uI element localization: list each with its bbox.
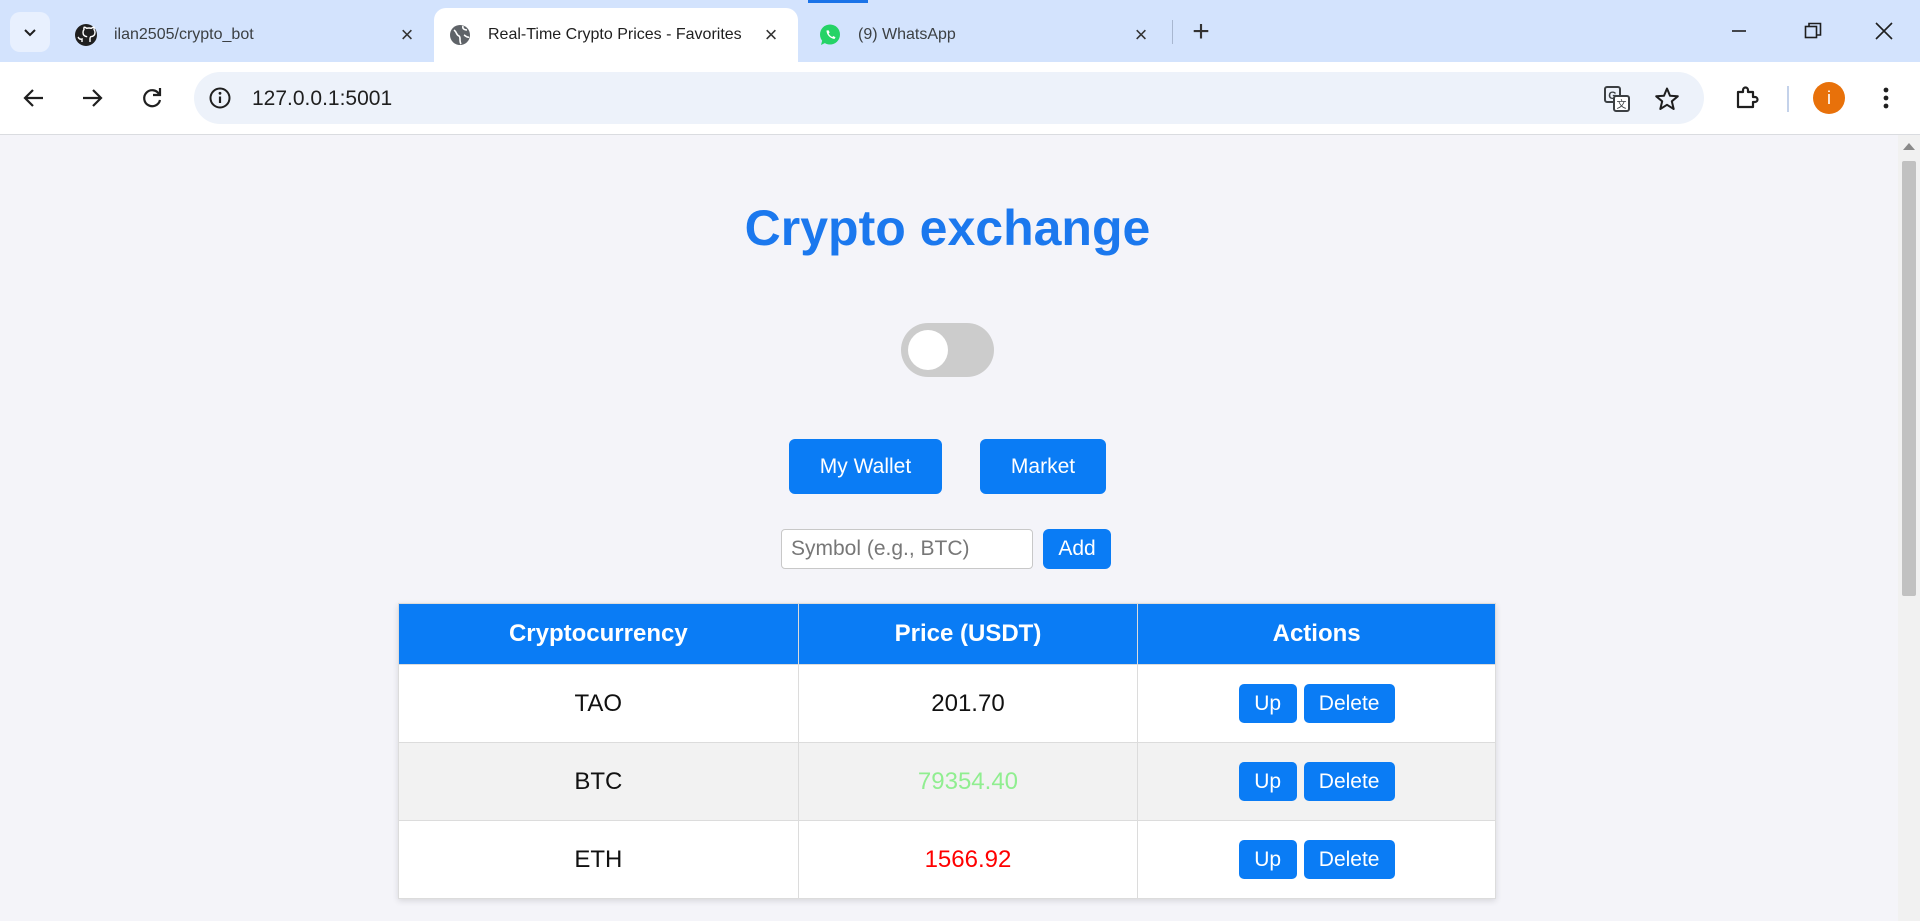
theme-toggle[interactable]	[901, 323, 994, 377]
column-header-actions: Actions	[1137, 603, 1496, 665]
arrow-left-icon	[23, 89, 43, 107]
symbol-cell: BTC	[398, 742, 799, 821]
more-vert-icon	[1883, 87, 1889, 109]
move-up-button[interactable]: Up	[1238, 684, 1297, 723]
tab-strip: ilan2505/crypto_bot × Real-Time Crypto P…	[0, 0, 1920, 62]
column-header-cryptocurrency: Cryptocurrency	[398, 603, 799, 665]
page-title: Crypto exchange	[744, 200, 1151, 256]
move-up-button[interactable]: Up	[1238, 762, 1297, 801]
actions-cell: Up Delete	[1137, 742, 1496, 821]
restore-icon	[1804, 22, 1822, 39]
delete-button[interactable]: Delete	[1303, 684, 1395, 723]
close-icon[interactable]: ×	[758, 22, 784, 48]
tab-github[interactable]: ilan2505/crypto_bot ×	[74, 8, 420, 62]
price-cell: 201.70	[797, 664, 1139, 743]
table-row: TAO 201.70 Up Delete	[398, 664, 1496, 743]
arrow-right-icon	[83, 89, 103, 107]
close-icon[interactable]: ×	[1128, 22, 1154, 48]
url-text[interactable]: 127.0.0.1:5001	[252, 87, 392, 111]
add-button[interactable]: Add	[1043, 529, 1111, 569]
reload-button[interactable]	[130, 76, 174, 120]
page-scrollbar[interactable]	[1898, 135, 1920, 921]
symbol-cell: ETH	[398, 820, 799, 899]
puzzle-icon	[1736, 86, 1759, 109]
restore-button[interactable]	[1777, 0, 1849, 62]
column-header-price: Price (USDT)	[797, 603, 1139, 665]
symbol-input[interactable]	[781, 529, 1033, 569]
favorites-table: Cryptocurrency Price (USDT) Actions TAO …	[398, 603, 1496, 899]
market-button[interactable]: Market	[980, 439, 1106, 494]
toggle-knob	[908, 330, 948, 370]
bookmark-star-icon[interactable]	[1652, 84, 1682, 114]
move-up-button[interactable]: Up	[1238, 840, 1297, 879]
svg-text:文: 文	[1617, 98, 1627, 111]
tab-crypto-favorites[interactable]: Real-Time Crypto Prices - Favorites ×	[434, 8, 798, 62]
tab-loading-indicator	[808, 0, 868, 3]
browser-menu-button[interactable]	[1864, 76, 1908, 120]
tab-title: ilan2505/crypto_bot	[114, 26, 254, 43]
close-window-button[interactable]	[1848, 0, 1920, 62]
tab-title: (9) WhatsApp	[858, 26, 956, 43]
my-wallet-button[interactable]: My Wallet	[789, 439, 942, 494]
address-bar[interactable]: 127.0.0.1:5001 G文	[194, 72, 1704, 124]
tab-whatsapp[interactable]: (9) WhatsApp ×	[818, 8, 1154, 62]
github-icon	[74, 23, 98, 47]
close-icon[interactable]: ×	[394, 22, 420, 48]
toolbar-separator	[1787, 86, 1789, 112]
whatsapp-icon	[818, 23, 842, 47]
profile-avatar[interactable]: i	[1813, 82, 1845, 114]
minimize-icon	[1732, 30, 1746, 32]
price-cell: 79354.40	[797, 742, 1139, 821]
reload-icon	[143, 88, 162, 108]
minimize-button[interactable]	[1703, 0, 1775, 62]
back-button[interactable]	[12, 76, 56, 120]
price-cell: 1566.92	[797, 820, 1139, 899]
page-viewport: Crypto exchange My Wallet Market Add Cry…	[0, 135, 1898, 921]
actions-cell: Up Delete	[1137, 664, 1496, 743]
table-header-row: Cryptocurrency Price (USDT) Actions	[398, 603, 1496, 665]
extensions-button[interactable]	[1725, 76, 1769, 120]
globe-icon	[448, 23, 472, 47]
tab-separator	[1172, 20, 1173, 44]
table-row: ETH 1566.92 Up Delete	[398, 820, 1496, 899]
delete-button[interactable]: Delete	[1303, 840, 1395, 879]
tab-search-button[interactable]	[10, 12, 50, 52]
actions-cell: Up Delete	[1137, 820, 1496, 899]
symbol-cell: TAO	[398, 664, 799, 743]
translate-icon[interactable]: G文	[1602, 84, 1632, 114]
site-info-icon[interactable]	[206, 84, 234, 112]
table-row: BTC 79354.40 Up Delete	[398, 742, 1496, 821]
scrollbar-thumb[interactable]	[1902, 161, 1916, 596]
close-icon	[1875, 22, 1893, 40]
delete-button[interactable]: Delete	[1303, 762, 1395, 801]
tab-title: Real-Time Crypto Prices - Favorites	[488, 26, 742, 43]
new-tab-button[interactable]: +	[1186, 17, 1216, 47]
chevron-down-icon	[24, 29, 36, 37]
scroll-up-arrow-icon[interactable]	[1903, 143, 1915, 150]
browser-toolbar: 127.0.0.1:5001 G文 i	[0, 62, 1920, 135]
forward-button[interactable]	[70, 76, 114, 120]
